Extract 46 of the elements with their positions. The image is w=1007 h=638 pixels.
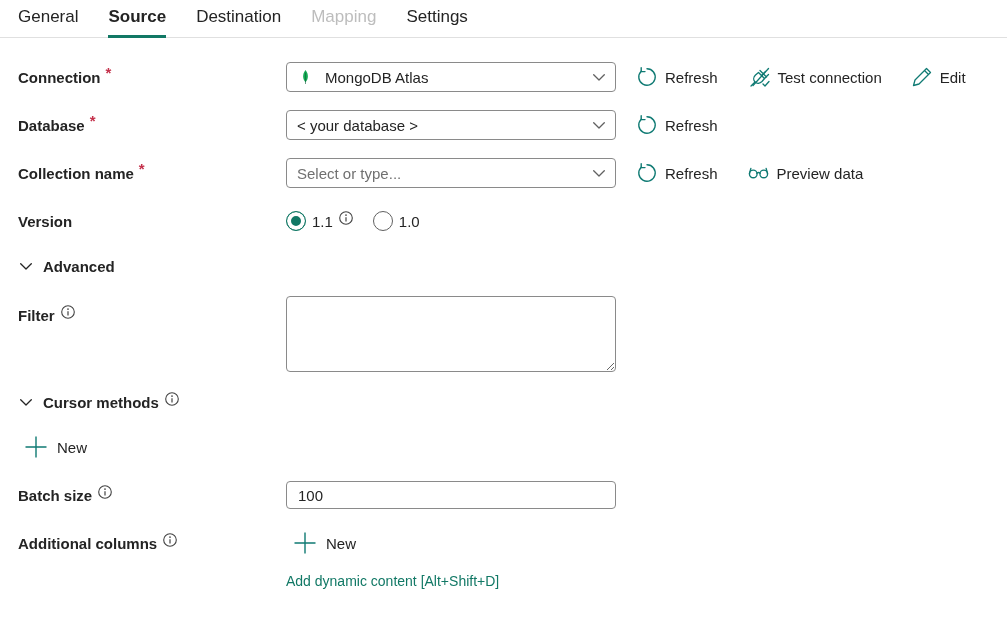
- refresh-button[interactable]: Refresh: [637, 110, 718, 140]
- text-input[interactable]: 100: [286, 481, 616, 509]
- glasses-icon: [747, 167, 769, 179]
- chevron-down-icon: [593, 170, 605, 177]
- new-button[interactable]: New: [294, 528, 356, 558]
- edit-button[interactable]: Edit: [911, 62, 966, 92]
- refresh-button[interactable]: Refresh: [637, 158, 718, 188]
- pencil-icon: [911, 67, 932, 87]
- plus-icon: [25, 436, 47, 458]
- field-label: Collection name: [18, 164, 134, 182]
- leaf-icon: [302, 70, 309, 84]
- new-button[interactable]: New: [25, 432, 87, 462]
- tab[interactable]: Destination: [196, 0, 282, 38]
- plus-icon: [294, 532, 316, 554]
- radio-circle[interactable]: [372, 211, 393, 231]
- refresh-icon: [637, 67, 657, 87]
- refresh-icon: [637, 163, 657, 183]
- tab[interactable]: Source: [108, 0, 167, 38]
- filter-textarea[interactable]: [286, 296, 616, 372]
- chevron-down-icon: [593, 121, 605, 129]
- refresh-button[interactable]: Refresh: [637, 62, 718, 92]
- field-label: Additional columns: [18, 534, 158, 552]
- test-connection-button[interactable]: Test connection: [749, 62, 882, 92]
- section-toggle[interactable]: Advanced: [18, 254, 115, 278]
- field-label: Filter: [18, 306, 55, 324]
- tab[interactable]: Settings: [406, 0, 468, 38]
- chevron-down-icon: [593, 73, 605, 81]
- dynamic-content-link[interactable]: Add dynamic content [Alt+Shift+D]: [286, 571, 500, 591]
- combobox-field[interactable]: Select or type...: [286, 158, 616, 188]
- section-toggle[interactable]: Cursor methods: [18, 390, 159, 414]
- dropdown-field[interactable]: < your database >: [286, 110, 616, 140]
- preview-data-button[interactable]: Preview data: [747, 158, 864, 188]
- plug-check-icon: [749, 67, 770, 87]
- radio-option[interactable]: 1.0: [372, 211, 420, 231]
- refresh-icon: [637, 115, 657, 135]
- tab[interactable]: General: [18, 0, 79, 38]
- required-asterisk: *: [138, 162, 145, 176]
- field-label: Database: [18, 116, 85, 134]
- field-label: Connection: [18, 68, 101, 86]
- required-asterisk: *: [105, 66, 112, 80]
- field-label: Batch size: [18, 486, 93, 504]
- dropdown-field[interactable]: MongoDB Atlas: [286, 62, 616, 92]
- radio-circle[interactable]: [286, 211, 306, 231]
- field-label: Version: [18, 212, 73, 230]
- required-asterisk: *: [89, 114, 96, 128]
- radio-option[interactable]: 1.1: [286, 211, 333, 231]
